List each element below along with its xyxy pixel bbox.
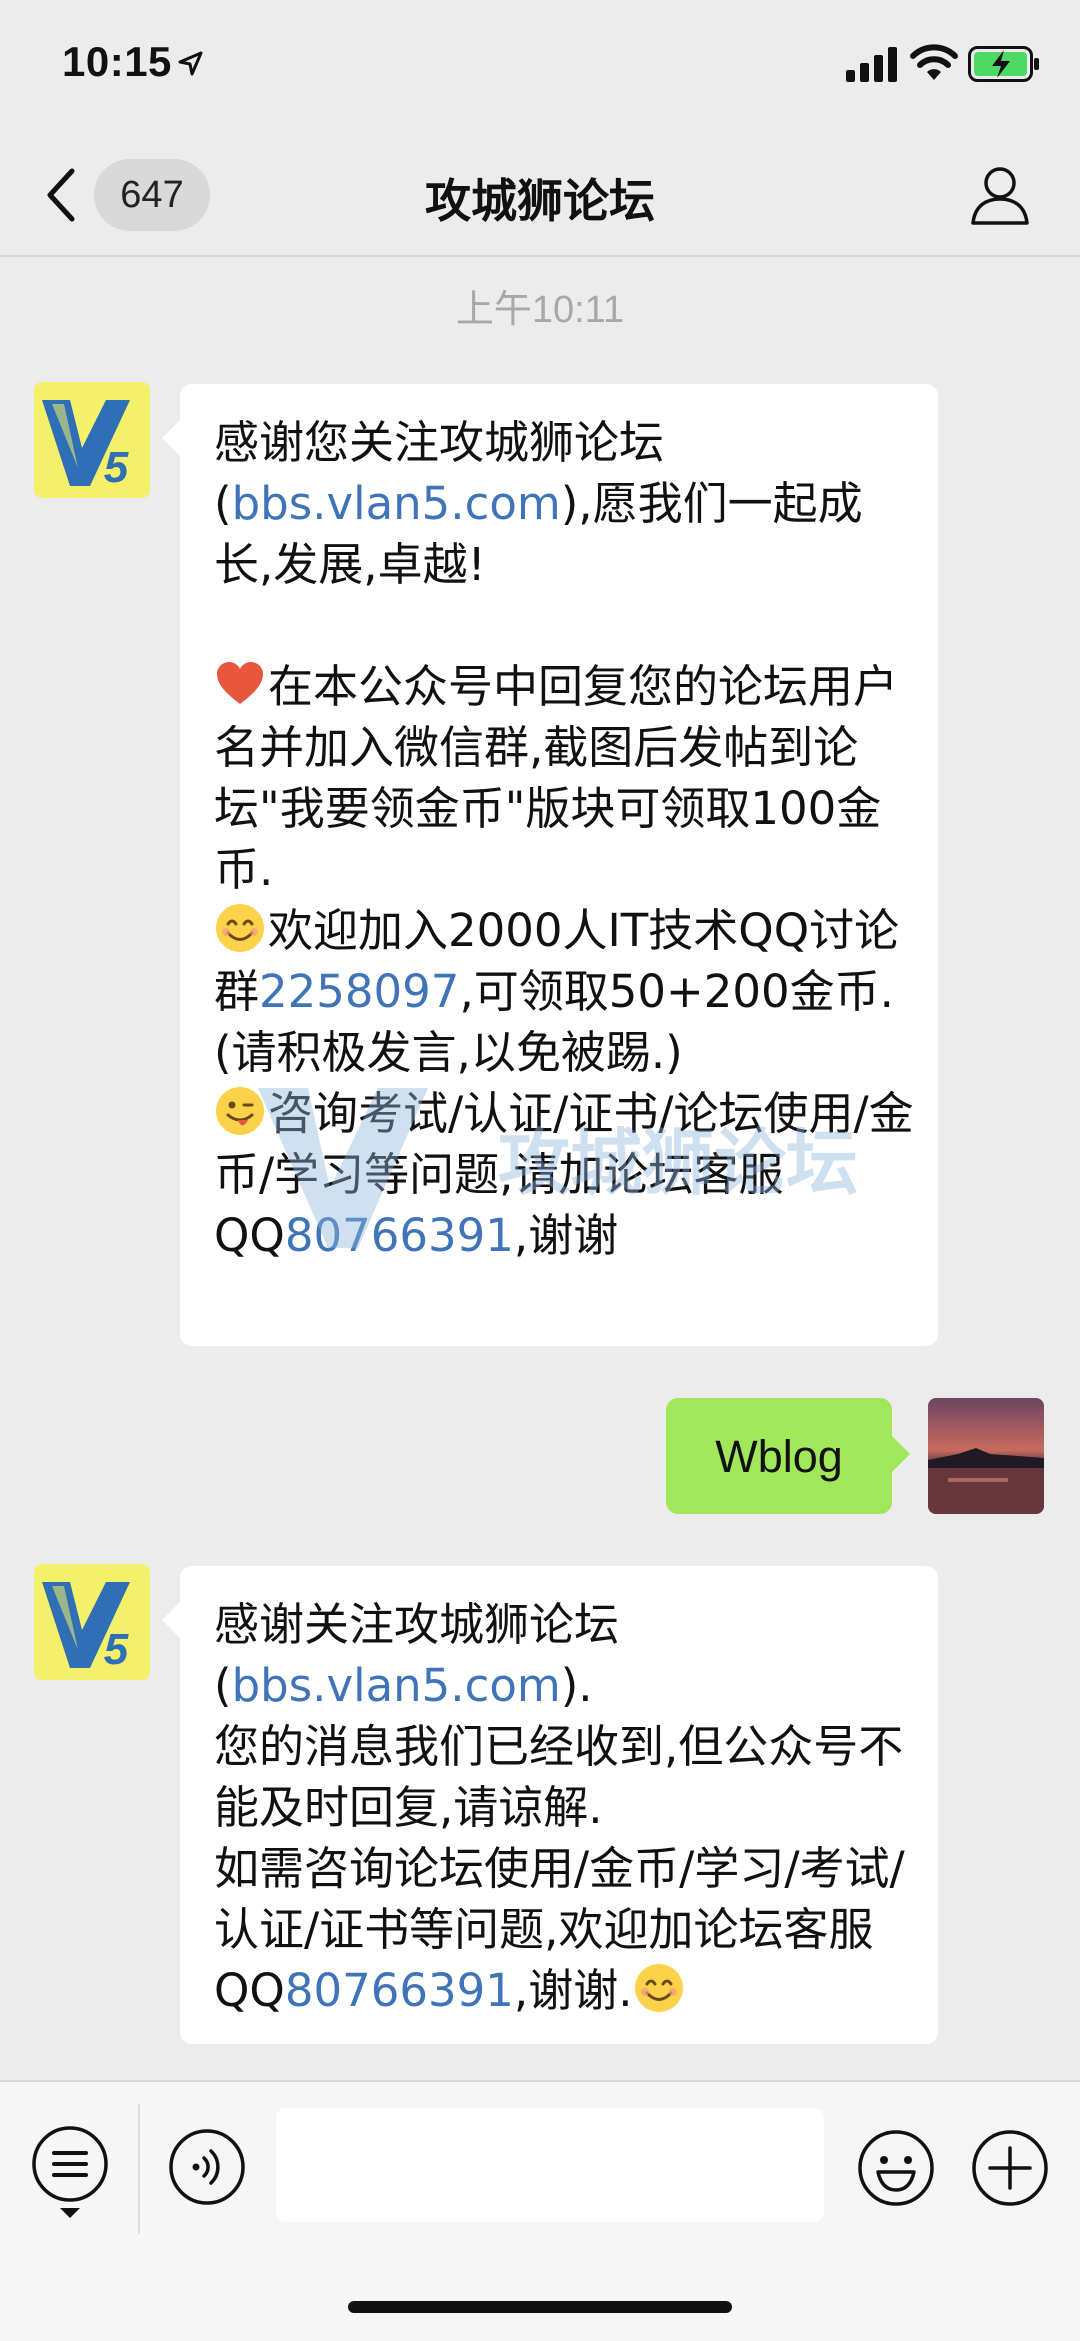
heart-emoji-icon [217, 662, 263, 704]
svg-text:5: 5 [104, 443, 129, 492]
message-text: 您的消息我们已经收到,但公众号不能及时回复,请谅解. [214, 1720, 904, 1834]
location-arrow-icon [178, 51, 203, 76]
message-text: 在本公众号中回复您的论坛用户名并加入微信群,截图后发帖到论坛"我要领金币"版块可… [214, 660, 899, 896]
message-text: ). [560, 1659, 593, 1712]
message-text: Wblog [715, 1431, 843, 1482]
wifi-icon [910, 44, 958, 80]
my-avatar[interactable] [928, 1398, 1044, 1514]
svg-text:5: 5 [104, 1625, 129, 1674]
message-bubble-auto-reply[interactable]: 感谢关注攻城狮论坛(bbs.vlan5.com). 您的消息我们已经收到,但公众… [162, 1566, 938, 2044]
status-time: 10:15 [62, 38, 172, 85]
more-actions-plus-icon[interactable] [970, 2128, 1050, 2208]
wink-tongue-emoji-icon [216, 1087, 264, 1135]
qq-service-link[interactable]: 80766391 [285, 1209, 514, 1262]
smile-emoji-icon [634, 1964, 683, 2012]
v5-logo-icon: 5 [34, 382, 150, 498]
input-divider [138, 2104, 140, 2234]
chat-header: 647 攻城狮论坛 [0, 135, 1080, 257]
status-bar: 10:15 [0, 0, 1080, 135]
message-input[interactable] [276, 2108, 824, 2222]
message-bubble-self[interactable]: Wblog [666, 1398, 910, 1514]
profile-icon[interactable] [970, 163, 1030, 225]
forum-link[interactable]: bbs.vlan5.com [232, 1659, 561, 1712]
chat-title: 攻城狮论坛 [425, 174, 655, 228]
official-account-avatar[interactable]: 5 [34, 1564, 150, 1680]
forum-link[interactable]: bbs.vlan5.com [232, 477, 561, 530]
message-text: ,谢谢 [513, 1209, 619, 1262]
qq-group-link[interactable]: 2258097 [259, 965, 459, 1018]
service-menu-icon[interactable] [30, 2124, 110, 2220]
voice-input-icon[interactable] [168, 2128, 246, 2206]
home-indicator[interactable] [348, 2301, 732, 2313]
smile-emoji-icon [216, 904, 264, 952]
official-account-avatar[interactable]: 5 [34, 382, 150, 498]
cellular-signal-icon [846, 47, 897, 82]
sunset-photo-avatar [928, 1398, 1044, 1514]
qq-service-link[interactable]: 80766391 [285, 1964, 514, 2017]
message-timestamp: 上午10:11 [455, 289, 625, 331]
message-bubble-welcome[interactable]: 感谢您关注攻城狮论坛(bbs.vlan5.com),愿我们一起成长,发展,卓越!… [162, 384, 938, 1346]
battery-charging-icon [968, 46, 1039, 82]
emoji-picker-icon[interactable] [856, 2128, 936, 2208]
v5-logo-icon: 5 [34, 1564, 150, 1680]
message-text: ,谢谢. [513, 1964, 633, 2017]
